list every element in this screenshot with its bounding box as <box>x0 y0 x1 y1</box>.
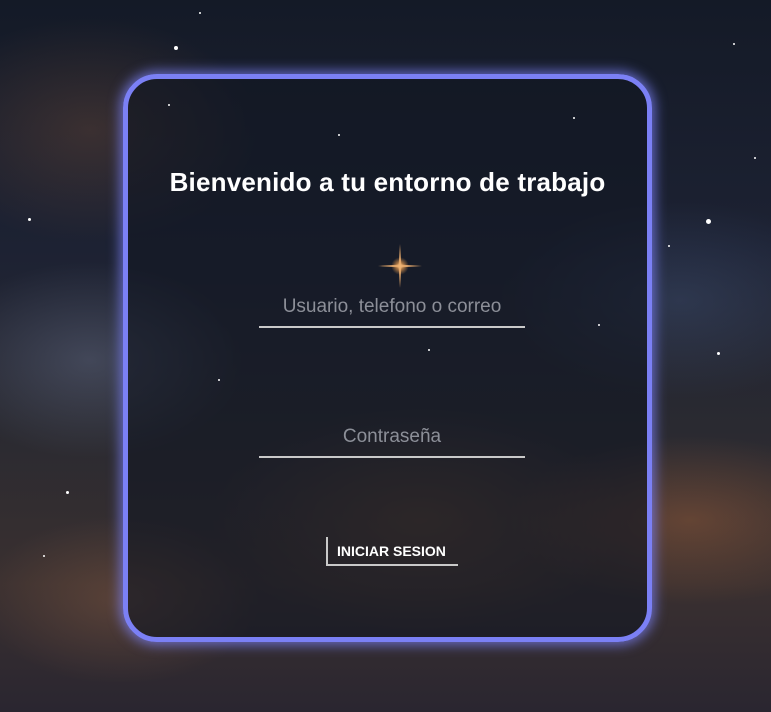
star <box>174 46 178 50</box>
page-title: Bienvenido a tu entorno de trabajo <box>169 167 606 197</box>
star <box>43 555 45 557</box>
star <box>717 352 720 355</box>
star <box>754 157 756 159</box>
star-flare-icon <box>378 244 422 288</box>
star <box>199 12 201 14</box>
star <box>428 349 430 351</box>
star <box>66 491 69 494</box>
star <box>573 117 575 119</box>
password-input[interactable] <box>259 418 525 458</box>
star <box>28 218 31 221</box>
login-button[interactable]: INICIAR SESION <box>326 537 458 566</box>
star <box>218 379 220 381</box>
star <box>706 219 711 224</box>
login-card: Bienvenido a tu entorno de trabajo INICI… <box>123 74 652 642</box>
star <box>168 104 170 106</box>
star <box>733 43 735 45</box>
star <box>668 245 670 247</box>
star <box>338 134 340 136</box>
username-input[interactable] <box>259 288 525 328</box>
star <box>598 324 600 326</box>
